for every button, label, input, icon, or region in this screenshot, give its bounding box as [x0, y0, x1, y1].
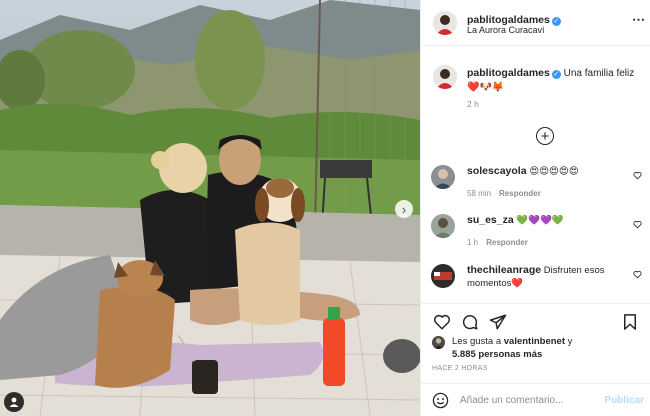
- likes-text: Les gusta a valentinbenet y 5.885 person…: [452, 335, 642, 361]
- comment-username[interactable]: su_es_za: [467, 214, 514, 226]
- author-avatar[interactable]: [433, 11, 457, 35]
- comment-item: solescayola 😍😍😍😍😍 58 min Responder: [431, 165, 646, 201]
- comment-item: su_es_za 💚💜💜💚 1 h Responder: [431, 214, 646, 250]
- comment-input[interactable]: [460, 391, 600, 409]
- caption-text: pablitogaldames ✓ Una familia feliz ❤️🐶🦊: [467, 66, 647, 95]
- post-location[interactable]: La Aurora Curacaví: [467, 25, 545, 35]
- more-options-icon[interactable]: ⋯: [632, 12, 645, 28]
- comment-username[interactable]: solescayola: [467, 165, 527, 177]
- comment-item: thechileanrage Disfruten esos momentos❤️: [431, 264, 646, 300]
- comment-body: su_es_za 💚💜💜💚: [467, 214, 632, 227]
- comment-time: 1 h: [467, 238, 479, 247]
- bookmark-icon[interactable]: [621, 313, 639, 331]
- posted-ago: HACE 2 HORAS: [432, 365, 488, 372]
- likes-connector: y: [567, 336, 573, 347]
- like-comment-heart-icon[interactable]: [633, 171, 642, 180]
- avatar-image: [431, 214, 455, 238]
- comment-icon[interactable]: [461, 313, 479, 331]
- caption-username[interactable]: pablitogaldames: [467, 67, 550, 79]
- user-icon: [9, 397, 19, 407]
- comment-avatar[interactable]: [431, 264, 455, 288]
- reply-button[interactable]: Responder: [499, 189, 541, 198]
- publish-button[interactable]: Publicar: [605, 395, 644, 406]
- next-photo-button[interactable]: ›: [395, 200, 413, 218]
- comment-emoji: ❤️: [511, 278, 524, 289]
- caption-author-avatar[interactable]: [433, 65, 457, 89]
- liker-avatar[interactable]: [432, 336, 445, 349]
- share-icon[interactable]: [489, 313, 507, 331]
- comment-text: 😍😍😍😍😍: [529, 166, 579, 177]
- comment-body: thechileanrage Disfruten esos momentos❤️: [467, 264, 632, 290]
- post-header: pablitogaldames ✓ La Aurora Curacaví ⋯: [421, 0, 650, 46]
- chevron-right-icon: ›: [401, 201, 407, 217]
- like-comment-heart-icon[interactable]: [633, 220, 642, 229]
- avatar-image: [431, 264, 455, 288]
- plus-icon: +: [540, 127, 550, 145]
- caption-body: Una familia feliz: [563, 68, 635, 79]
- caption-emojis: ❤️🐶🦊: [467, 82, 505, 93]
- emoji-icon[interactable]: [432, 392, 449, 409]
- post-photo[interactable]: ›: [0, 0, 420, 416]
- likes-count[interactable]: 5.885 personas más: [452, 349, 542, 360]
- caption-timestamp: 2 h: [467, 99, 479, 109]
- likes-prefix: Les gusta a: [452, 336, 502, 347]
- heart-icon[interactable]: [433, 313, 451, 331]
- comment-text: 💚💜💜💚: [516, 215, 564, 226]
- load-more-comments-button[interactable]: +: [536, 127, 554, 145]
- verified-badge-icon: ✓: [551, 70, 561, 79]
- tagged-users-button[interactable]: [4, 392, 24, 412]
- verified-badge-icon: ✓: [551, 17, 561, 26]
- comment-meta: 1 h Responder: [467, 238, 528, 247]
- comment-avatar[interactable]: [431, 214, 455, 238]
- liker-username[interactable]: valentinbenet: [504, 336, 565, 347]
- comment-time: 58 min: [467, 189, 492, 198]
- avatar-image: [433, 11, 457, 35]
- reply-button[interactable]: Responder: [486, 238, 528, 247]
- photo-scene: [0, 0, 420, 416]
- avatar-image: [431, 165, 455, 189]
- avatar-image: [432, 336, 445, 349]
- comment-meta: 58 min Responder: [467, 189, 541, 198]
- comment-body: solescayola 😍😍😍😍😍: [467, 165, 632, 178]
- comment-composer: Publicar: [420, 383, 650, 416]
- comment-username[interactable]: thechileanrage: [467, 264, 541, 276]
- avatar-image: [433, 65, 457, 89]
- like-comment-heart-icon[interactable]: [633, 270, 642, 279]
- comment-avatar[interactable]: [431, 165, 455, 189]
